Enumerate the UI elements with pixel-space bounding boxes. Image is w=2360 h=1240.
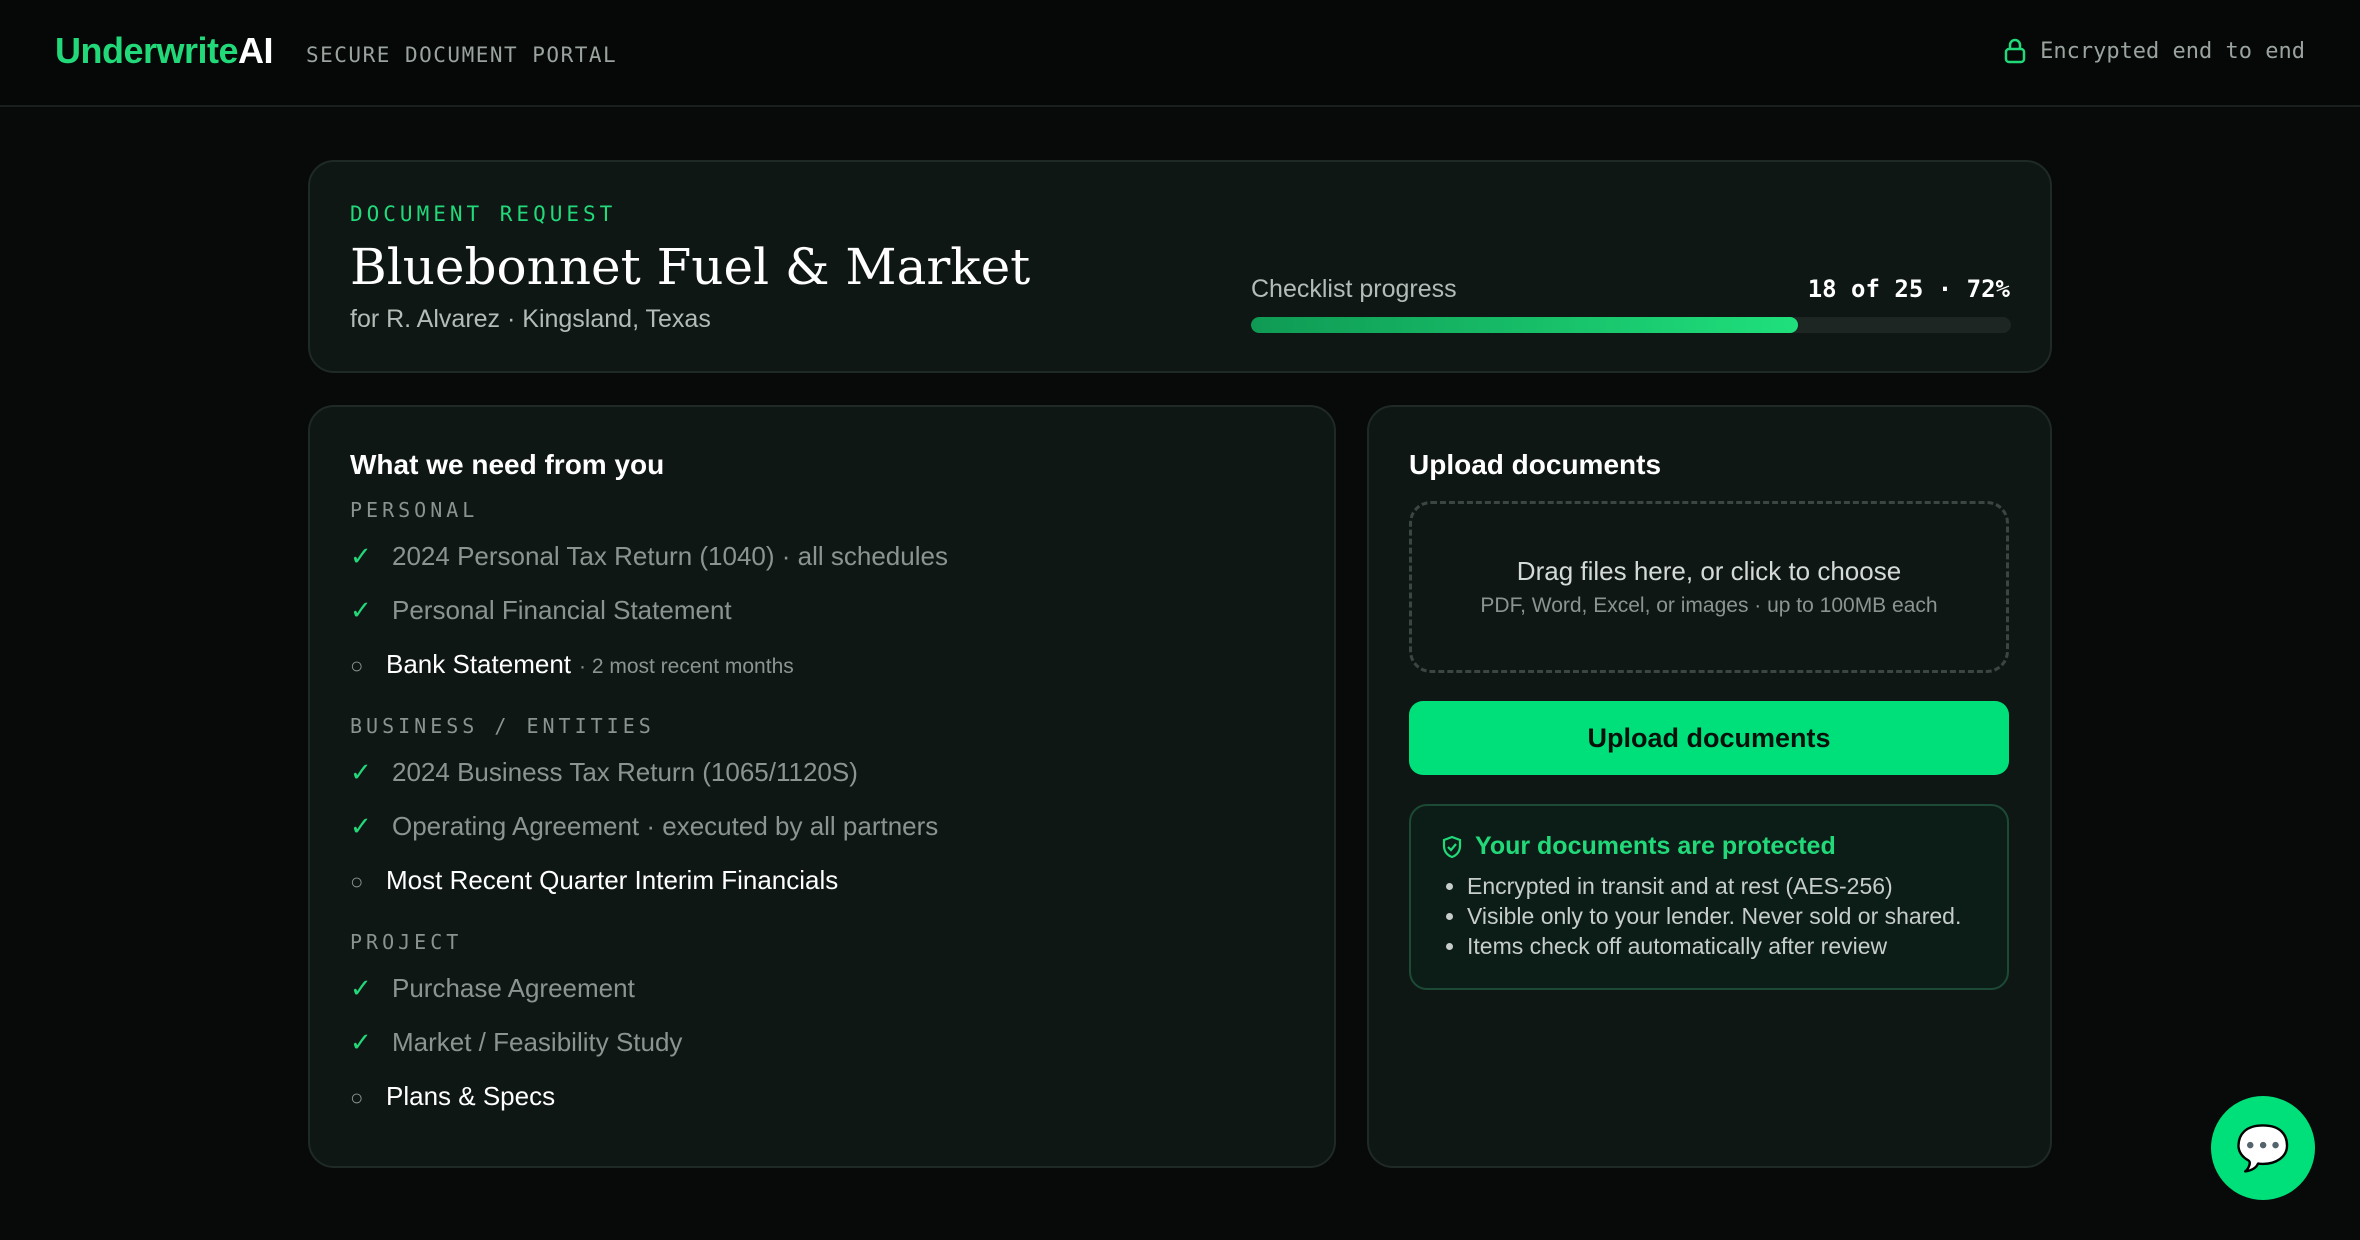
brand-name-part2: AI xyxy=(238,30,274,71)
checklist-item-label: Most Recent Quarter Interim Financials xyxy=(386,865,839,895)
checklist-item-note: · 2 most recent months xyxy=(579,655,794,678)
progress-bar xyxy=(1251,317,2011,333)
section-label-business: BUSINESS / ENTITIES xyxy=(350,714,655,738)
checklist-item[interactable]: ✓ Purchase Agreement xyxy=(350,973,635,1004)
upload-card: Upload documents Drag files here, or cli… xyxy=(1367,405,2052,1168)
brand-name-part1: Underwrite xyxy=(55,30,239,71)
checklist-title: What we need from you xyxy=(350,449,665,480)
file-drop-zone[interactable]: Drag files here, or click to choose PDF,… xyxy=(1409,501,2009,673)
checklist-item-label: 2024 Business Tax Return (1065/1120S) xyxy=(392,757,858,787)
checklist-item-label: Bank Statement xyxy=(386,649,571,679)
check-icon: ✓ xyxy=(350,541,372,571)
encryption-note-text: Encrypted end to end xyxy=(2040,38,2305,64)
protection-point: Encrypted in transit and at rest (AES-25… xyxy=(1467,871,1961,901)
check-icon: ✓ xyxy=(350,811,372,841)
drop-zone-hint: PDF, Word, Excel, or images · up to 100M… xyxy=(1480,594,1938,617)
section-label-personal: PERSONAL xyxy=(350,498,479,522)
checklist-item[interactable]: ○ Bank Statement · 2 most recent months xyxy=(350,649,794,680)
request-summary-card: DOCUMENT REQUEST Bluebonnet Fuel & Marke… xyxy=(308,160,2052,373)
open-circle-icon: ○ xyxy=(350,869,364,894)
protection-points: Encrypted in transit and at rest (AES-25… xyxy=(1467,871,1961,961)
shield-check-icon xyxy=(1442,835,1462,858)
checklist-item-label: Market / Feasibility Study xyxy=(392,1027,683,1057)
check-icon: ✓ xyxy=(350,1027,372,1057)
checklist-item[interactable]: ✓ 2024 Personal Tax Return (1040) · all … xyxy=(350,541,948,572)
open-circle-icon: ○ xyxy=(350,1085,364,1110)
checklist-item[interactable]: ✓ Market / Feasibility Study xyxy=(350,1027,682,1058)
checklist-item-label: 2024 Personal Tax Return (1040) · all sc… xyxy=(392,541,948,571)
chat-button[interactable]: 💬 xyxy=(2211,1096,2315,1200)
upload-title: Upload documents xyxy=(1409,449,1662,480)
portal-subtitle: SECURE DOCUMENT PORTAL xyxy=(306,43,618,67)
checklist-card: What we need from you PERSONAL ✓ 2024 Pe… xyxy=(308,405,1336,1168)
checklist-item-label: Purchase Agreement xyxy=(392,973,635,1003)
checklist-item-label: Personal Financial Statement xyxy=(392,595,732,625)
encryption-note: Encrypted end to end xyxy=(2004,38,2305,64)
drop-zone-instruction: Drag files here, or click to choose xyxy=(1516,556,1902,586)
checklist-item[interactable]: ○ Most Recent Quarter Interim Financials xyxy=(350,865,838,896)
protection-point: Visible only to your lender. Never sold … xyxy=(1467,901,1961,931)
checklist-item-label: Operating Agreement · executed by all pa… xyxy=(392,811,939,841)
borrower-location: for R. Alvarez · Kingsland, Texas xyxy=(350,305,711,333)
checklist-item-label: Plans & Specs xyxy=(386,1081,556,1111)
check-icon: ✓ xyxy=(350,595,372,625)
business-name: Bluebonnet Fuel & Market xyxy=(350,238,1031,296)
checklist-item[interactable]: ✓ Operating Agreement · executed by all … xyxy=(350,811,938,842)
progress-bar-fill xyxy=(1251,317,1799,333)
brand-logo[interactable]: UnderwriteAI xyxy=(55,30,274,72)
checklist-item[interactable]: ✓ 2024 Business Tax Return (1065/1120S) xyxy=(350,757,858,788)
checklist-item[interactable]: ○ Plans & Specs xyxy=(350,1081,555,1112)
lock-icon xyxy=(2004,38,2026,64)
progress-label: Checklist progress xyxy=(1251,275,1457,303)
check-icon: ✓ xyxy=(350,973,372,1003)
protection-notice: Your documents are protected Encrypted i… xyxy=(1409,804,2009,990)
request-eyebrow: DOCUMENT REQUEST xyxy=(350,202,617,226)
protection-notice-title: Your documents are protected xyxy=(1441,832,1836,861)
top-bar: UnderwriteAI SECURE DOCUMENT PORTAL Encr… xyxy=(0,0,2360,107)
protection-point: Items check off automatically after revi… xyxy=(1467,931,1961,961)
checklist-item[interactable]: ✓ Personal Financial Statement xyxy=(350,595,732,626)
section-label-project: PROJECT xyxy=(350,930,463,954)
chat-bubble-icon: 💬 xyxy=(2235,1124,2291,1173)
open-circle-icon: ○ xyxy=(350,653,364,678)
check-icon: ✓ xyxy=(350,757,372,787)
progress-count: 18 of 25 · 72% xyxy=(1807,275,2010,303)
protection-title-text: Your documents are protected xyxy=(1475,832,1836,860)
upload-documents-button[interactable]: Upload documents xyxy=(1409,701,2009,775)
